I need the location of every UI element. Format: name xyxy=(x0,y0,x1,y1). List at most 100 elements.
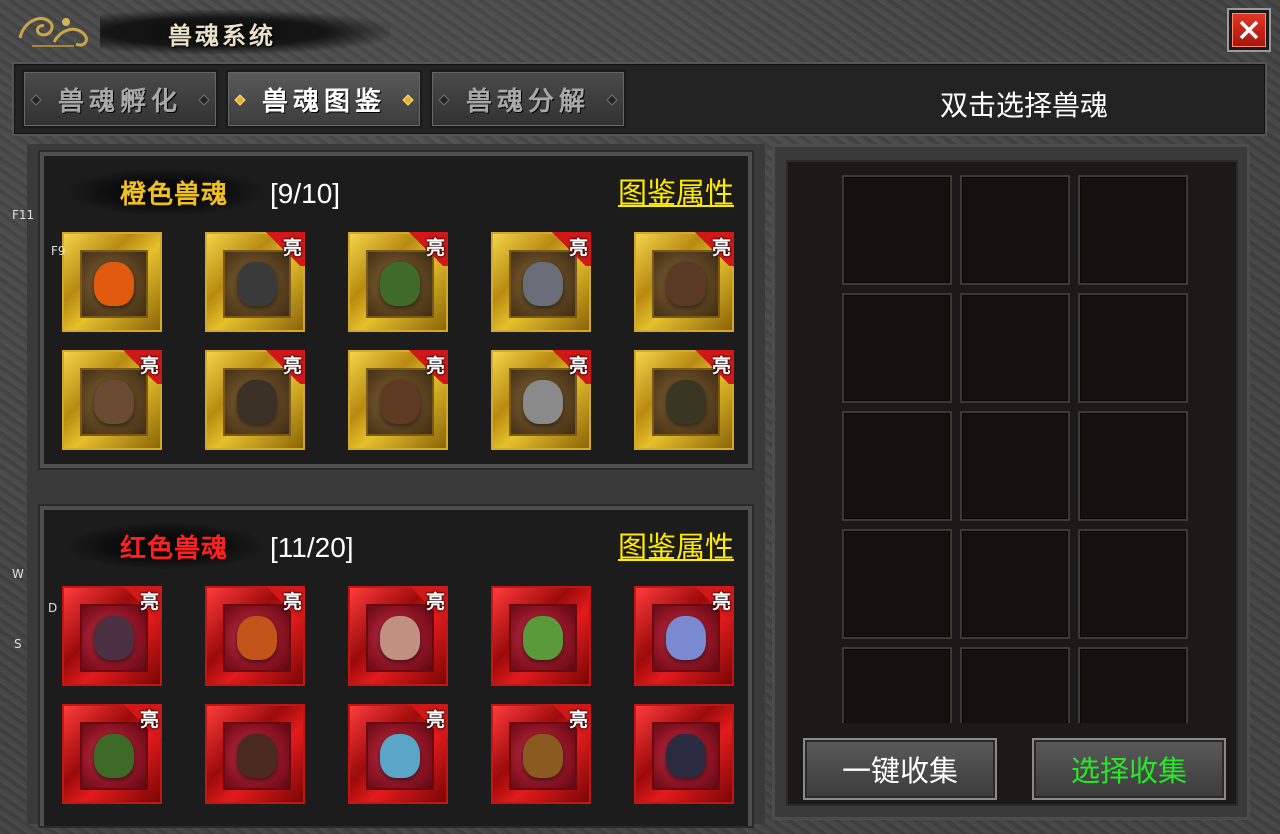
beast-figure-icon xyxy=(380,380,420,424)
collect-all-button[interactable]: 一键收集 xyxy=(803,738,997,800)
lit-ribbon: 亮 xyxy=(690,232,734,266)
beast-figure-icon xyxy=(94,734,134,778)
beast-soul-card[interactable]: 亮 xyxy=(491,350,591,450)
beast-figure-icon xyxy=(523,380,563,424)
orange-soul-section: 橙色兽魂 [9/10] 图鉴属性 亮亮亮亮亮亮亮亮亮 xyxy=(40,152,752,468)
lit-ribbon: 亮 xyxy=(261,586,305,620)
hotkey-label: S xyxy=(14,637,22,651)
beast-soul-card[interactable] xyxy=(634,704,734,804)
close-icon xyxy=(1232,13,1266,47)
tab-label: 兽魂图鉴 xyxy=(261,86,386,117)
codex-attributes-link[interactable]: 图鉴属性 xyxy=(618,524,734,566)
beast-figure-icon xyxy=(666,262,706,306)
beast-soul-window: 兽魂系统 兽魂孵化 兽魂图鉴 兽魂分解 双击选择兽魂 橙色兽魂 [9/10] 图… xyxy=(0,0,1280,834)
beast-soul-card[interactable]: 亮 xyxy=(491,704,591,804)
soul-slot[interactable] xyxy=(842,647,952,723)
lit-ribbon: 亮 xyxy=(690,350,734,384)
soul-slot[interactable] xyxy=(1078,293,1188,403)
title-bar[interactable]: 兽魂系统 xyxy=(0,0,1280,62)
beast-soul-card[interactable]: 亮 xyxy=(634,586,734,686)
beast-figure-icon xyxy=(237,616,277,660)
beast-soul-card[interactable]: 亮 xyxy=(205,350,305,450)
soul-slot[interactable] xyxy=(960,293,1070,403)
codex-attributes-link[interactable]: 图鉴属性 xyxy=(618,170,734,212)
tab-diamond-icon xyxy=(198,94,210,106)
lit-ribbon: 亮 xyxy=(118,586,162,620)
beast-soul-card[interactable]: 亮 xyxy=(62,704,162,804)
lit-ribbon: 亮 xyxy=(547,350,591,384)
lit-badge: 亮 xyxy=(139,355,159,377)
lit-badge: 亮 xyxy=(139,709,159,731)
lit-badge: 亮 xyxy=(282,355,302,377)
soul-slot[interactable] xyxy=(960,529,1070,639)
soul-slot[interactable] xyxy=(960,411,1070,521)
tab-label: 兽魂分解 xyxy=(465,86,590,117)
lit-badge: 亮 xyxy=(711,237,731,259)
lit-badge: 亮 xyxy=(139,591,159,613)
beast-soul-card[interactable]: 亮 xyxy=(205,586,305,686)
hotkey-label: F11 xyxy=(12,208,35,222)
lit-badge: 亮 xyxy=(568,709,588,731)
lit-badge: 亮 xyxy=(711,355,731,377)
tab-decompose[interactable]: 兽魂分解 xyxy=(430,70,626,128)
beast-figure-icon xyxy=(237,734,277,778)
close-button[interactable] xyxy=(1227,8,1271,52)
beast-soul-card[interactable]: 亮 xyxy=(62,586,162,686)
lit-ribbon: 亮 xyxy=(404,232,448,266)
lit-ribbon: 亮 xyxy=(404,704,448,738)
lit-badge: 亮 xyxy=(425,591,445,613)
tab-codex[interactable]: 兽魂图鉴 xyxy=(226,70,422,128)
beast-soul-card[interactable]: 亮 xyxy=(205,232,305,332)
lit-badge: 亮 xyxy=(425,237,445,259)
beast-soul-card[interactable]: 亮 xyxy=(491,232,591,332)
beast-soul-card[interactable]: 亮 xyxy=(348,704,448,804)
card-grid: 亮亮亮亮亮亮亮亮亮 xyxy=(62,232,734,450)
soul-slot[interactable] xyxy=(842,293,952,403)
beast-soul-card[interactable]: 亮 xyxy=(348,586,448,686)
beast-soul-card[interactable]: 亮 xyxy=(634,232,734,332)
beast-figure-icon xyxy=(94,380,134,424)
beast-figure-icon xyxy=(666,380,706,424)
collect-selected-button[interactable]: 选择收集 xyxy=(1032,738,1226,800)
lit-badge: 亮 xyxy=(282,237,302,259)
soul-slot[interactable] xyxy=(1078,647,1188,723)
soul-slot[interactable] xyxy=(842,529,952,639)
section-name: 红色兽魂 xyxy=(120,534,229,564)
soul-slot[interactable] xyxy=(1078,529,1188,639)
section-count: [11/20] xyxy=(270,532,354,563)
beast-soul-card[interactable] xyxy=(205,704,305,804)
soul-slot[interactable] xyxy=(1078,411,1188,521)
beast-soul-card[interactable] xyxy=(491,586,591,686)
beast-soul-card[interactable]: 亮 xyxy=(348,350,448,450)
hotkey-label: F9 xyxy=(51,244,66,258)
section-count: [9/10] xyxy=(270,178,341,209)
beast-soul-card[interactable]: 亮 xyxy=(62,350,162,450)
tab-diamond-icon xyxy=(606,94,618,106)
lit-ribbon: 亮 xyxy=(261,350,305,384)
red-soul-section: 红色兽魂 [11/20] 图鉴属性 亮亮亮亮亮亮亮 xyxy=(40,506,752,826)
window-title: 兽魂系统 xyxy=(168,21,276,50)
beast-figure-icon xyxy=(237,380,277,424)
tab-hatch[interactable]: 兽魂孵化 xyxy=(22,70,218,128)
hotkey-label: D xyxy=(48,601,58,615)
soul-slot[interactable] xyxy=(842,175,952,285)
beast-figure-icon xyxy=(666,734,706,778)
soul-slot[interactable] xyxy=(960,647,1070,723)
slot-grid xyxy=(842,175,1190,723)
tab-diamond-icon xyxy=(30,94,42,106)
soul-slot[interactable] xyxy=(842,411,952,521)
lit-badge: 亮 xyxy=(282,591,302,613)
hotkey-label: W xyxy=(12,567,24,581)
beast-figure-icon xyxy=(94,616,134,660)
lit-ribbon: 亮 xyxy=(547,704,591,738)
instruction-hint: 双击选择兽魂 xyxy=(940,89,1109,122)
beast-figure-icon xyxy=(380,616,420,660)
soul-slot[interactable] xyxy=(1078,175,1188,285)
beast-soul-card[interactable] xyxy=(62,232,162,332)
beast-soul-card[interactable]: 亮 xyxy=(348,232,448,332)
slot-area[interactable] xyxy=(842,175,1190,723)
tab-diamond-icon xyxy=(234,94,246,106)
soul-slot[interactable] xyxy=(960,175,1070,285)
beast-soul-card[interactable]: 亮 xyxy=(634,350,734,450)
card-grid: 亮亮亮亮亮亮亮 xyxy=(62,586,734,804)
